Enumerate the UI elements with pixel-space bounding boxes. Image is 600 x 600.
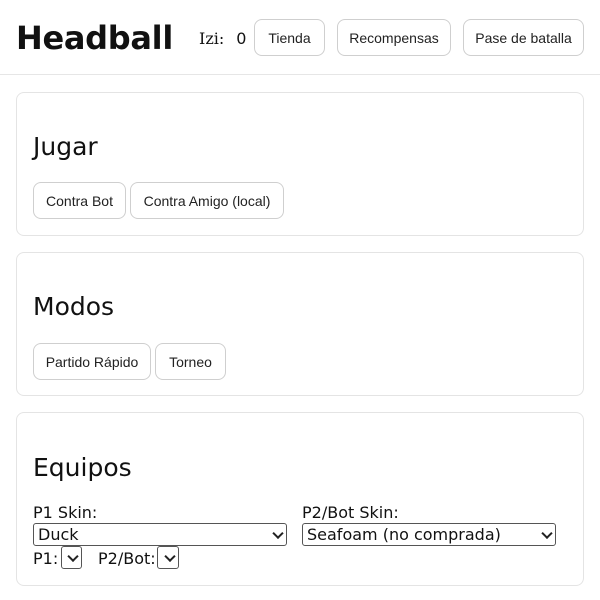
- p2-skin-label: P2/Bot Skin:: [302, 503, 399, 522]
- rewards-button[interactable]: Recompensas: [337, 19, 451, 56]
- play-title: Jugar: [33, 132, 98, 161]
- chevron-down-icon: [67, 550, 79, 562]
- shop-button[interactable]: Tienda: [254, 19, 325, 56]
- chevron-down-icon: [272, 527, 284, 539]
- vs-bot-button[interactable]: Contra Bot: [33, 182, 126, 219]
- teams-card: Equipos P1 Skin: Duck P2/Bot Skin: Seafo…: [16, 412, 584, 586]
- modes-title: Modos: [33, 292, 115, 321]
- tournament-button[interactable]: Torneo: [155, 343, 226, 380]
- p1-skin-value: Duck: [38, 524, 79, 544]
- p1-skin-label: P1 Skin:: [33, 503, 98, 522]
- chevron-down-icon: [164, 550, 176, 562]
- p1-label: P1:: [33, 549, 59, 568]
- p2-select[interactable]: [157, 546, 179, 569]
- teams-title: Equipos: [33, 453, 132, 482]
- currency-label: Izi:: [199, 29, 225, 48]
- battle-pass-button[interactable]: Pase de batalla: [463, 19, 584, 56]
- p2-label: P2/Bot:: [98, 549, 156, 568]
- currency-value: 0: [236, 29, 247, 48]
- currency-display: Izi: 0: [199, 28, 246, 50]
- vs-friend-button[interactable]: Contra Amigo (local): [130, 182, 284, 219]
- p1-skin-select[interactable]: Duck: [33, 523, 287, 546]
- p2-skin-value: Seafoam (no comprada): [307, 524, 501, 544]
- top-bar: Headball Izi: 0 Tienda Recompensas Pase d…: [0, 0, 600, 75]
- play-card: Jugar Contra Bot Contra Amigo (local): [16, 92, 584, 236]
- quick-match-button[interactable]: Partido Rápido: [33, 343, 151, 380]
- chevron-down-icon: [541, 527, 553, 539]
- app-title: Headball: [16, 19, 174, 57]
- p1-select[interactable]: [61, 546, 82, 569]
- p2-skin-select[interactable]: Seafoam (no comprada): [302, 523, 556, 546]
- modes-card: Modos Partido Rápido Torneo: [16, 252, 584, 396]
